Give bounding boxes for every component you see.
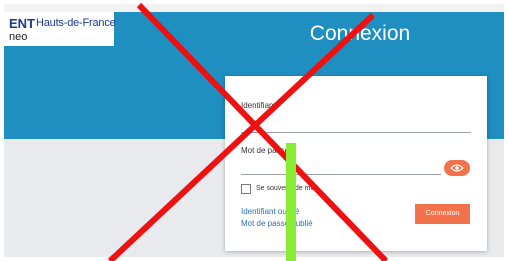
- eye-icon: [450, 164, 464, 172]
- login-page: ENT Hauts-de-France neo Connexion Identi…: [0, 0, 508, 261]
- identifier-input[interactable]: [241, 132, 471, 133]
- top-strip: [4, 4, 504, 12]
- password-label: Mot de passe: [241, 146, 290, 155]
- page-title: Connexion: [309, 22, 411, 45]
- remember-label: Se souvenir de moi: [256, 185, 316, 192]
- logo-ent-text: ENT: [9, 16, 35, 31]
- logo-region-text: Hauts-de-France: [36, 17, 116, 29]
- password-input[interactable]: [241, 174, 441, 175]
- submit-button[interactable]: Connexion: [415, 204, 470, 224]
- remember-checkbox[interactable]: [241, 184, 251, 194]
- identifier-label: Identifiant: [241, 101, 276, 110]
- forgot-identifier-link[interactable]: Identifiant oublié: [241, 207, 299, 216]
- password-toggle-button[interactable]: [444, 160, 470, 176]
- logo-product-text: neo: [9, 31, 28, 43]
- forgot-password-link[interactable]: Mot de passe oublié: [241, 219, 313, 228]
